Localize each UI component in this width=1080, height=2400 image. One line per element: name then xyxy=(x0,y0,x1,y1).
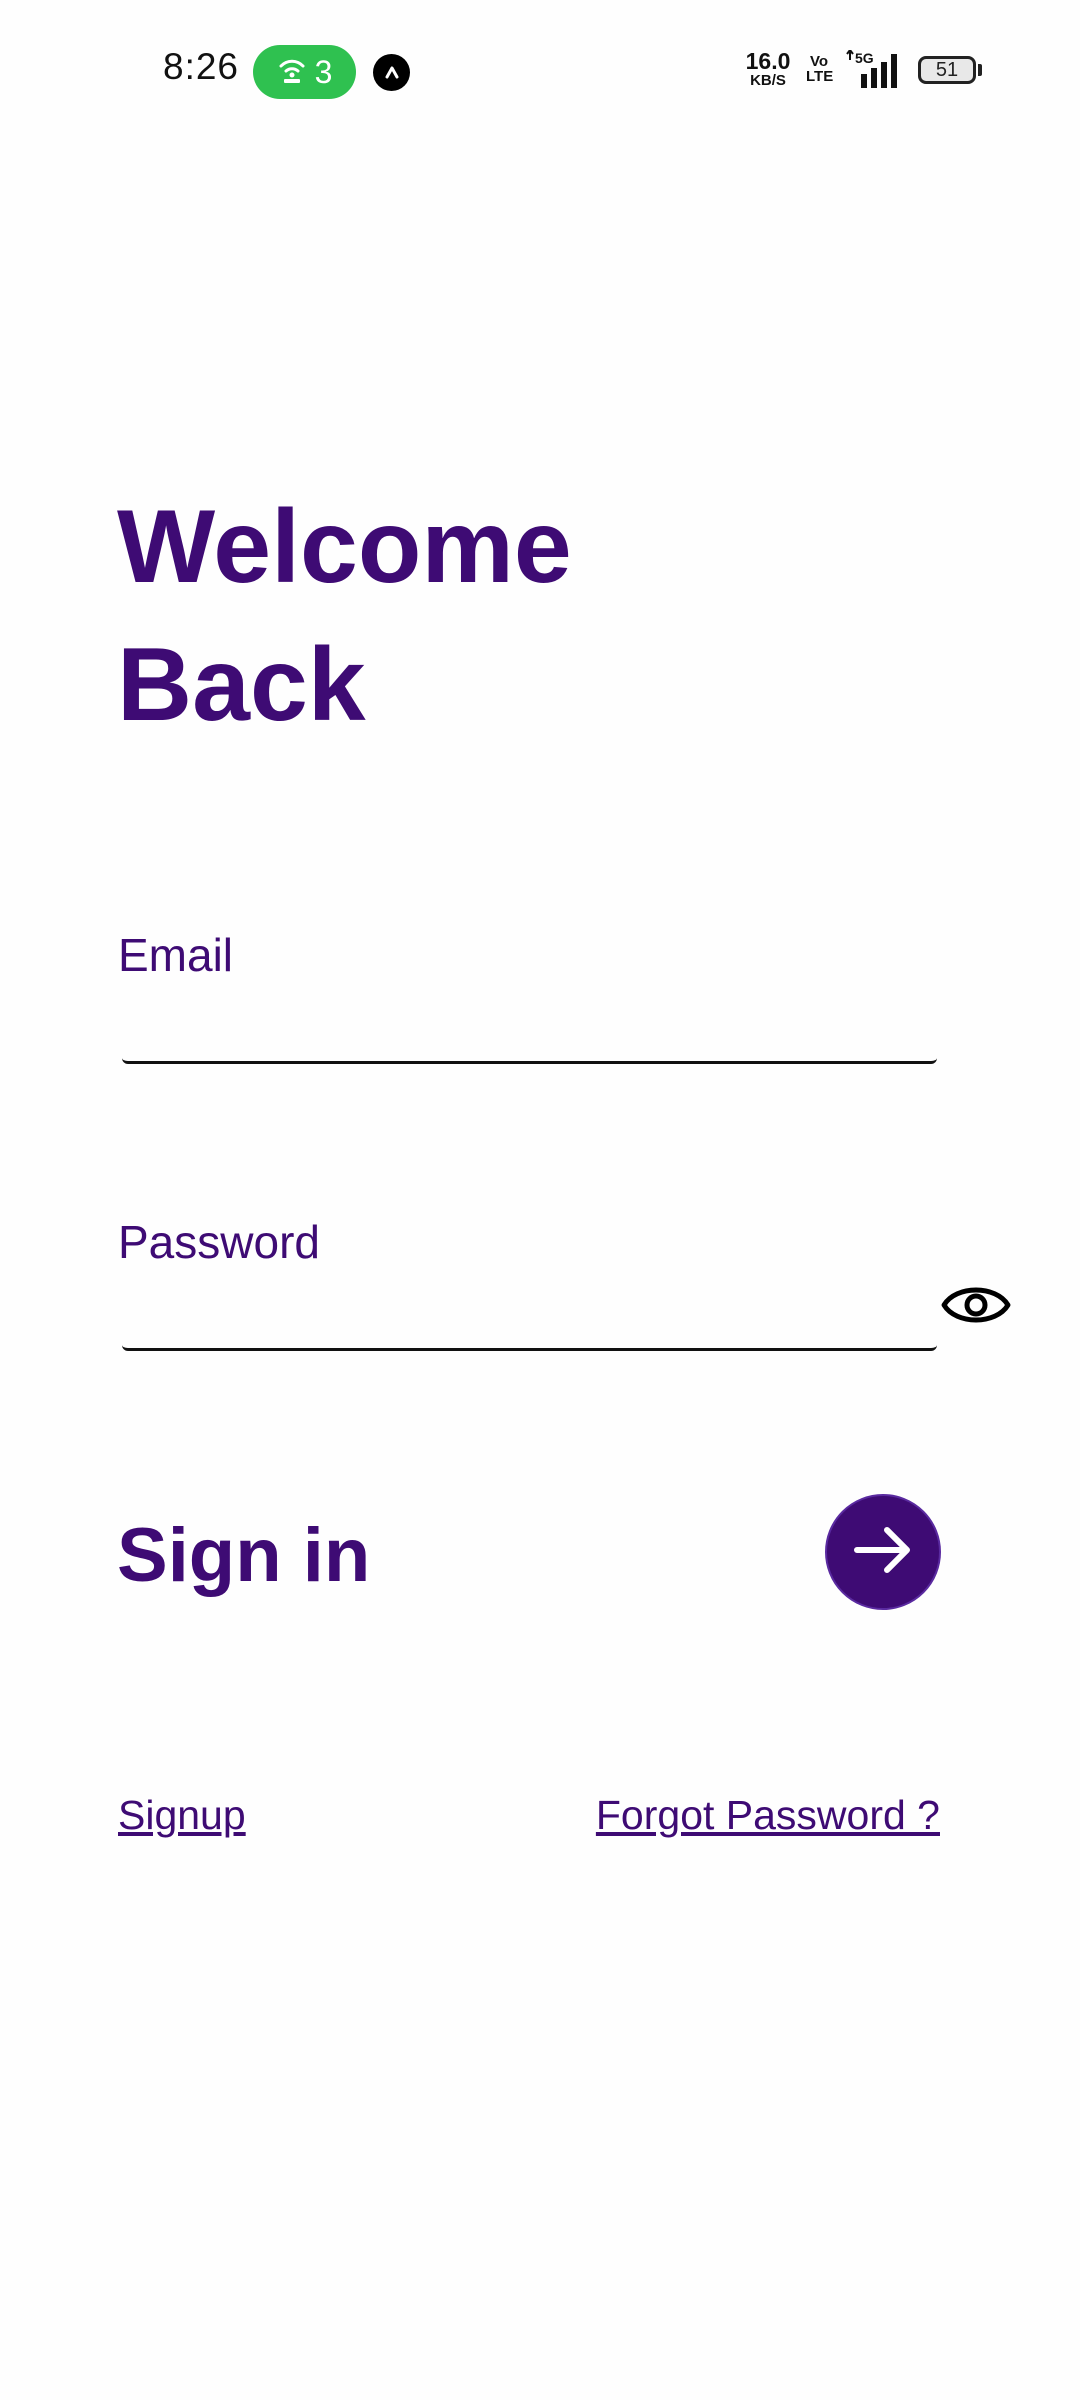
signup-link[interactable]: Signup xyxy=(118,1792,246,1839)
title-line-1: Welcome xyxy=(117,489,572,605)
title-line-2: Back xyxy=(117,627,366,743)
battery-level: 51 xyxy=(935,58,959,81)
network-speed-unit: KB/S xyxy=(750,72,786,89)
eye-icon xyxy=(940,1277,1012,1338)
password-visibility-toggle[interactable] xyxy=(940,1277,1012,1337)
sign-in-label: Sign in xyxy=(117,1513,371,1598)
status-bar: 8:26 3 16.0 KB/S Vo LTE 5G 51 xyxy=(0,0,1080,140)
signal-strength-icon: 5G xyxy=(845,48,907,95)
status-time: 8:26 xyxy=(163,46,240,87)
hotspot-icon xyxy=(277,55,307,90)
app-notification-icon xyxy=(373,54,410,91)
hotspot-count: 3 xyxy=(314,53,333,90)
network-speed: 16.0 KB/S xyxy=(742,48,794,89)
password-label: Password xyxy=(118,1216,320,1268)
arrow-right-icon xyxy=(851,1522,915,1583)
email-field[interactable] xyxy=(122,991,937,1064)
volte-top: Vo xyxy=(809,53,829,70)
forgot-password-link[interactable]: Forgot Password ? xyxy=(596,1792,940,1839)
sign-in-button[interactable] xyxy=(825,1494,941,1610)
login-screen: 8:26 3 16.0 KB/S Vo LTE 5G 51 Welcome Ba… xyxy=(0,0,1080,2400)
network-type-label: 5G xyxy=(855,50,874,66)
password-field[interactable] xyxy=(122,1278,937,1351)
battery-tip xyxy=(978,64,982,76)
hotspot-indicator[interactable]: 3 xyxy=(253,45,356,99)
page-title: Welcome Back xyxy=(117,478,572,754)
battery-icon: 51 xyxy=(918,56,976,84)
volte-bottom: LTE xyxy=(806,68,834,85)
volte-indicator: Vo LTE xyxy=(806,53,834,85)
network-speed-value: 16.0 xyxy=(745,48,791,74)
email-label: Email xyxy=(118,929,234,981)
